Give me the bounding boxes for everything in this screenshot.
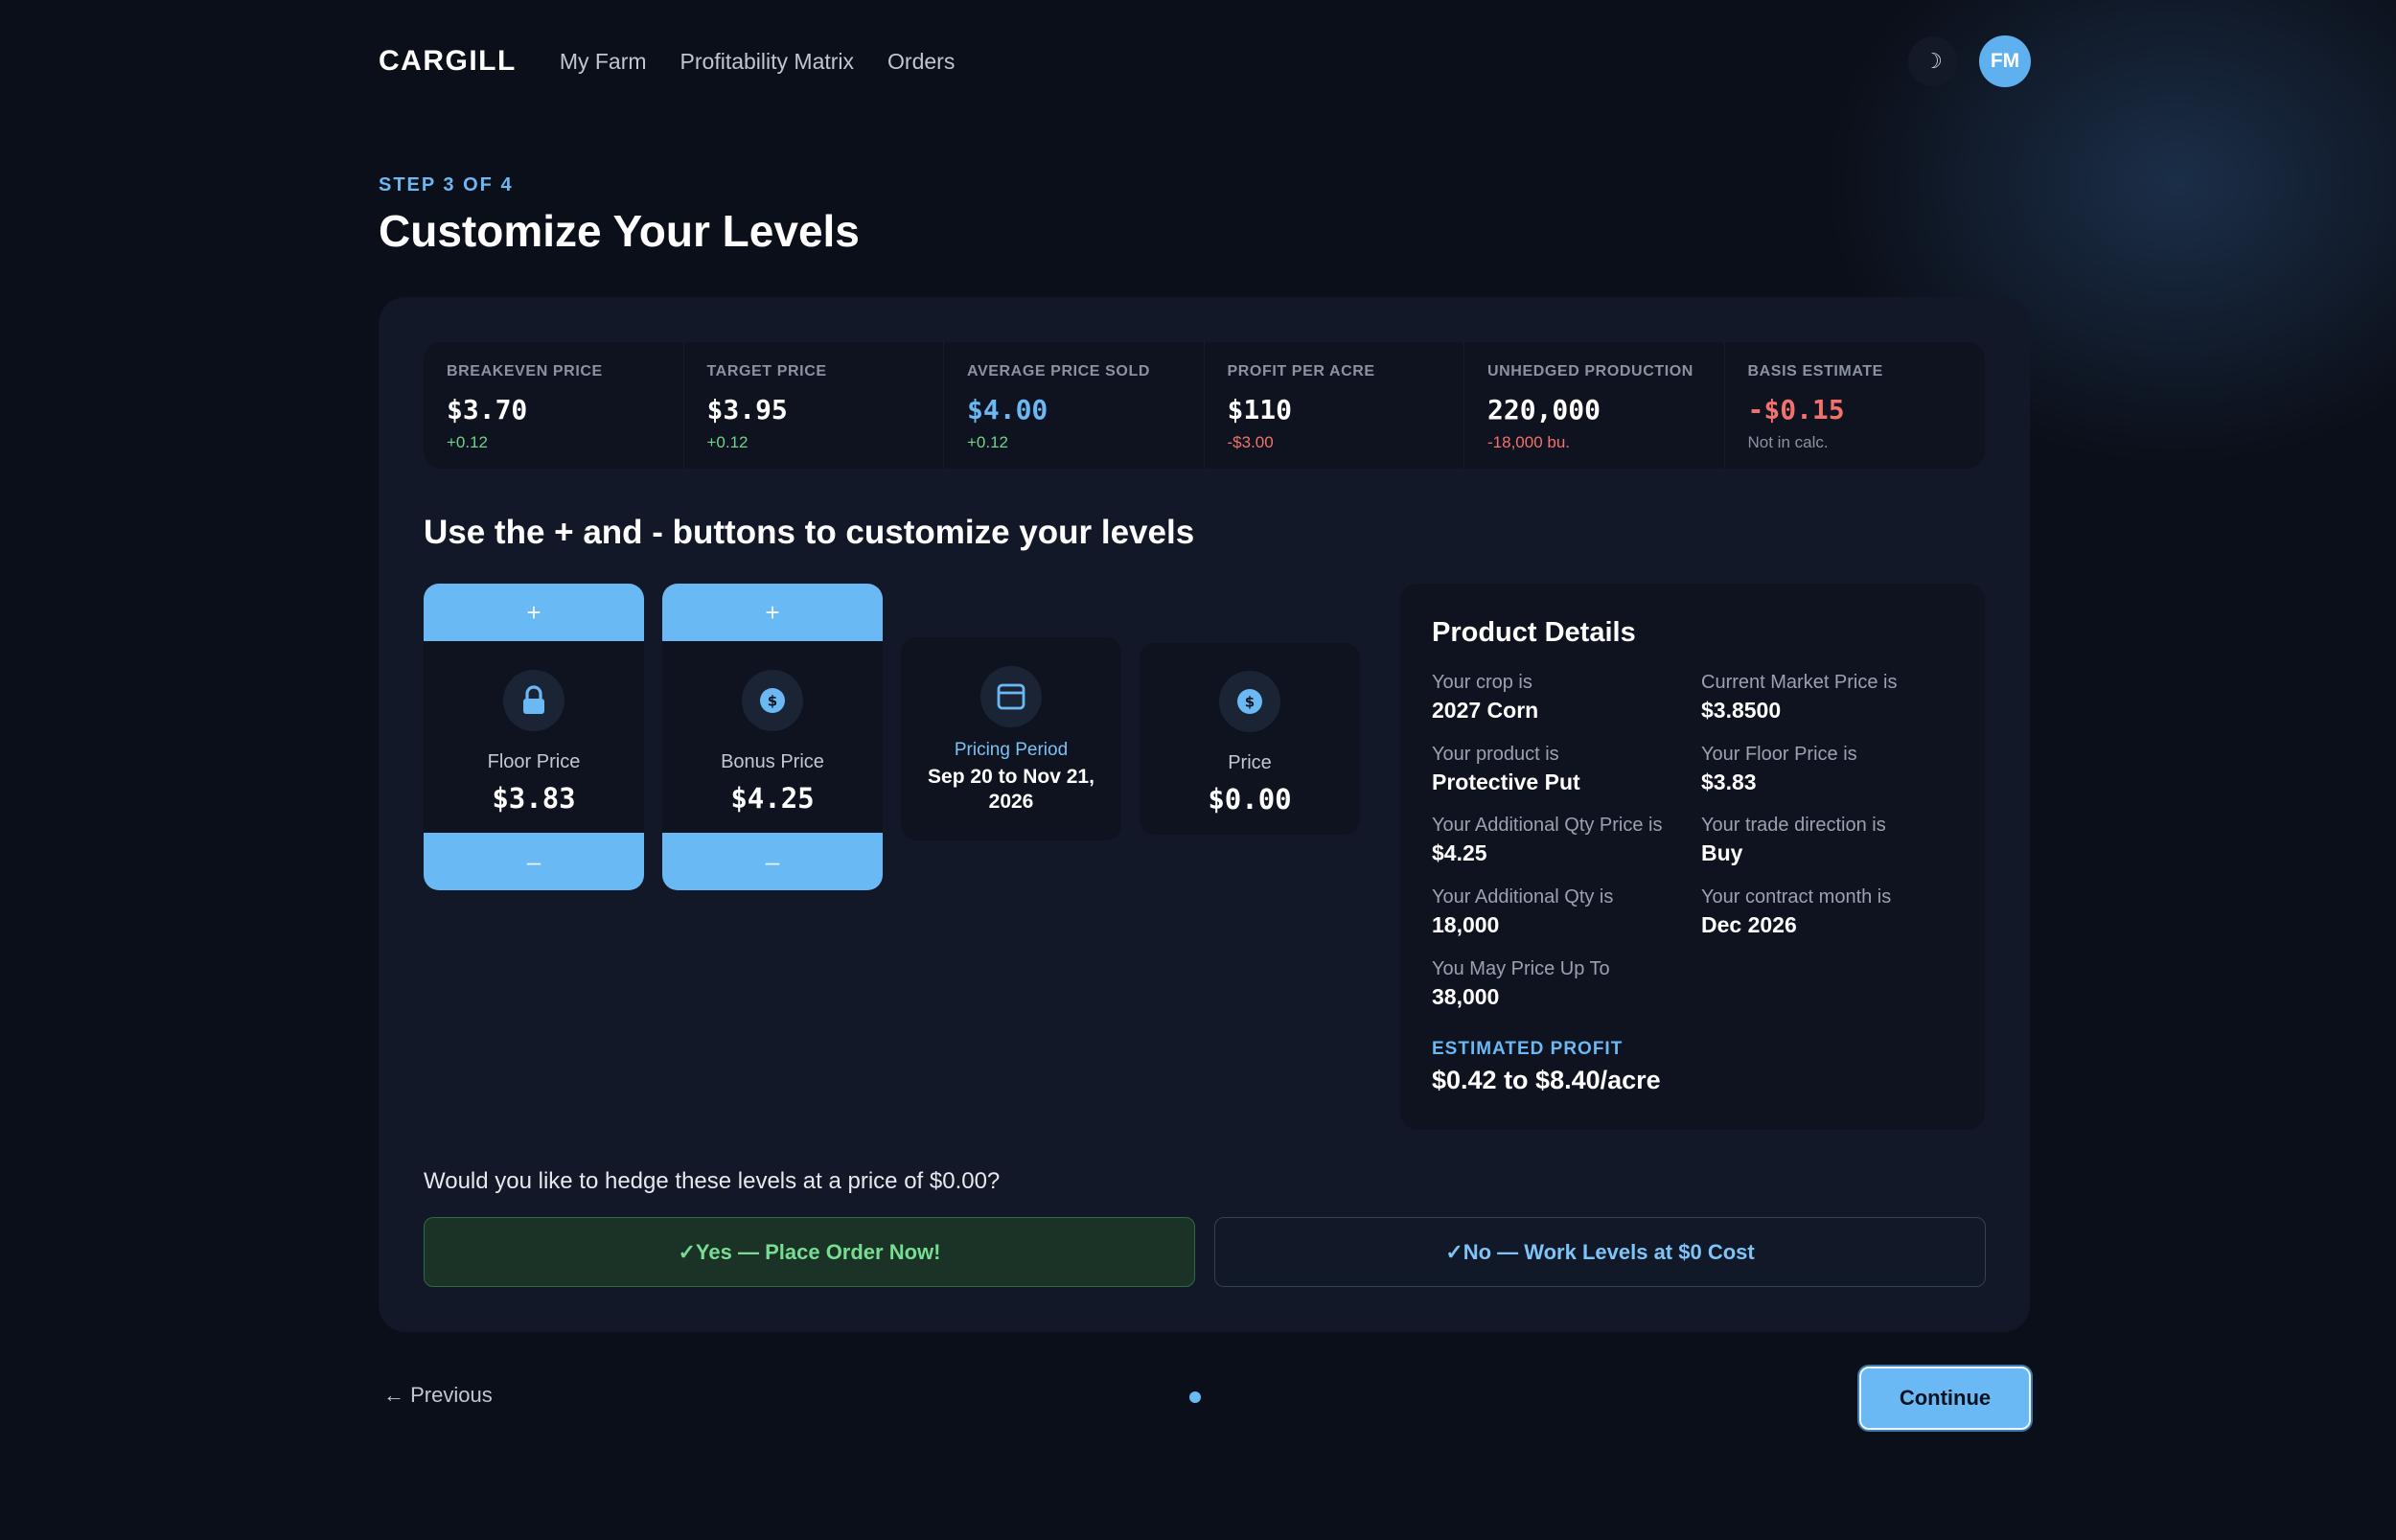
calendar-icon	[980, 666, 1042, 727]
floor-price-decrease-button[interactable]: –	[424, 833, 644, 890]
stat-label: PROFIT PER ACRE	[1227, 363, 1375, 379]
detail-value: Buy	[1701, 840, 1743, 865]
stat-value: 220,000	[1487, 394, 1601, 425]
nav-link-orders[interactable]: Orders	[887, 49, 955, 75]
detail-label: You May Price Up To	[1432, 958, 1610, 979]
detail-label: Your contract month is	[1701, 886, 1892, 908]
detail-trade-direction: Your trade direction is Buy	[1701, 815, 1886, 866]
nav-link-profitability-matrix[interactable]: Profitability Matrix	[680, 49, 854, 75]
detail-label: Your product is	[1432, 744, 1559, 765]
dollar-coin-icon: $	[1219, 671, 1280, 732]
stat-basis-estimate: BASIS ESTIMATE -$0.15 Not in calc.	[1725, 342, 1986, 469]
detail-additional-qty-price: Your Additional Qty Price is $4.25	[1432, 815, 1663, 866]
estimated-profit-value: $0.42 to $8.40/acre	[1432, 1066, 1661, 1094]
stat-change: +0.12	[967, 433, 1009, 451]
pricing-period-value: Sep 20 to Nov 21, 2026	[928, 766, 1094, 813]
progress-dot	[1189, 1391, 1201, 1403]
bonus-price-decrease-button[interactable]: –	[662, 833, 883, 890]
floor-price-control: + Floor Price $3.83 –	[424, 584, 644, 890]
stat-change: +0.12	[447, 433, 489, 451]
previous-button[interactable]: ← Previous	[383, 1383, 493, 1408]
theme-toggle-button[interactable]: ☽	[1908, 36, 1958, 86]
estimated-profit-label: ESTIMATED PROFIT	[1432, 1039, 1624, 1059]
stat-profit-per-acre: PROFIT PER ACRE $110 -$3.00	[1205, 342, 1464, 469]
bonus-price-label: Bonus Price	[721, 751, 824, 772]
pricing-period-card: Pricing Period Sep 20 to Nov 21, 2026	[901, 637, 1121, 840]
detail-additional-qty: Your Additional Qty is 18,000	[1432, 886, 1613, 938]
stat-label: TARGET PRICE	[706, 363, 827, 379]
detail-value: 18,000	[1432, 912, 1500, 937]
stat-change: -$3.00	[1227, 433, 1274, 451]
detail-crop: Your crop is 2027 Corn	[1432, 672, 1538, 724]
detail-value: Protective Put	[1432, 770, 1580, 794]
product-details-panel: Product Details Your crop is 2027 Corn C…	[1400, 584, 1985, 1130]
stat-unhedged-production: UNHEDGED PRODUCTION 220,000 -18,000 bu.	[1464, 342, 1725, 469]
detail-value: $4.25	[1432, 840, 1487, 865]
step-indicator: STEP 3 OF 4	[379, 174, 514, 195]
detail-product: Your product is Protective Put	[1432, 744, 1580, 795]
bonus-price-control: + $ Bonus Price $4.25 –	[662, 584, 883, 890]
stat-value: $3.95	[706, 394, 788, 425]
continue-button[interactable]: Continue	[1859, 1367, 2031, 1430]
detail-value: Dec 2026	[1701, 912, 1797, 937]
pricing-period-label: Pricing Period	[954, 740, 1069, 760]
lock-icon	[503, 670, 564, 731]
customize-levels-card: BREAKEVEN PRICE $3.70 +0.12 TARGET PRICE…	[379, 297, 2030, 1332]
svg-text:$: $	[1245, 694, 1255, 711]
detail-contract-month: Your contract month is Dec 2026	[1701, 886, 1891, 938]
detail-value: $3.8500	[1701, 698, 1782, 723]
price-label: Price	[1228, 752, 1272, 773]
detail-label: Your Additional Qty Price is	[1432, 815, 1663, 836]
detail-label: Your crop is	[1432, 672, 1532, 693]
stat-value: $3.70	[447, 394, 528, 425]
stat-breakeven-price: BREAKEVEN PRICE $3.70 +0.12	[424, 342, 684, 469]
detail-current-market-price: Current Market Price is $3.8500	[1701, 672, 1898, 724]
detail-label: Your Floor Price is	[1701, 744, 1857, 765]
price-card: $ Price $0.00	[1140, 643, 1360, 835]
stat-change: +0.12	[706, 433, 749, 451]
stat-value: $110	[1227, 394, 1292, 425]
stat-note: Not in calc.	[1747, 433, 1829, 451]
detail-floor-price: Your Floor Price is $3.83	[1701, 744, 1857, 795]
dollar-coin-icon: $	[742, 670, 803, 731]
price-value: $0.00	[1208, 783, 1292, 816]
detail-label: Your Additional Qty is	[1432, 886, 1614, 908]
top-nav: CARGILL My Farm Profitability Matrix Ord…	[379, 35, 2031, 87]
hedge-question: Would you like to hedge these levels at …	[424, 1168, 1001, 1194]
stat-label: AVERAGE PRICE SOLD	[967, 363, 1150, 379]
floor-price-label: Floor Price	[487, 751, 581, 772]
stats-bar: BREAKEVEN PRICE $3.70 +0.12 TARGET PRICE…	[424, 342, 1985, 469]
avatar[interactable]: FM	[1979, 35, 2031, 87]
detail-value: 38,000	[1432, 984, 1500, 1009]
stat-label: BASIS ESTIMATE	[1747, 363, 1883, 379]
detail-label: Your trade direction is	[1701, 815, 1886, 836]
stat-value: -$0.15	[1747, 394, 1845, 425]
nav-right: ☽ FM	[1908, 35, 2031, 87]
stat-change: -18,000 bu.	[1487, 433, 1571, 451]
product-details-title: Product Details	[1432, 617, 1636, 648]
detail-value: $3.83	[1701, 770, 1757, 794]
detail-label: Current Market Price is	[1701, 672, 1898, 693]
stat-target-price: TARGET PRICE $3.95 +0.12	[684, 342, 944, 469]
bonus-price-increase-button[interactable]: +	[662, 584, 883, 641]
nav-links: My Farm Profitability Matrix Orders	[560, 49, 956, 75]
instructions-heading: Use the + and - buttons to customize you…	[424, 514, 1195, 551]
svg-text:$: $	[768, 693, 777, 710]
floor-price-value: $3.83	[492, 782, 576, 815]
stat-label: BREAKEVEN PRICE	[447, 363, 603, 379]
moon-icon: ☽	[1924, 49, 1943, 73]
brand-logo[interactable]: CARGILL	[379, 45, 517, 78]
nav-link-my-farm[interactable]: My Farm	[560, 49, 647, 75]
place-order-button[interactable]: ✓Yes — Place Order Now!	[424, 1217, 1195, 1287]
detail-value: 2027 Corn	[1432, 698, 1539, 723]
page-title: Customize Your Levels	[379, 206, 860, 256]
stat-average-price-sold: AVERAGE PRICE SOLD $4.00 +0.12	[944, 342, 1205, 469]
stat-value: $4.00	[967, 394, 1048, 425]
detail-price-up-to: You May Price Up To 38,000	[1432, 958, 1610, 1010]
work-levels-button[interactable]: ✓No — Work Levels at $0 Cost	[1214, 1217, 1986, 1287]
stat-label: UNHEDGED PRODUCTION	[1487, 363, 1693, 379]
floor-price-increase-button[interactable]: +	[424, 584, 644, 641]
bonus-price-value: $4.25	[730, 782, 815, 815]
